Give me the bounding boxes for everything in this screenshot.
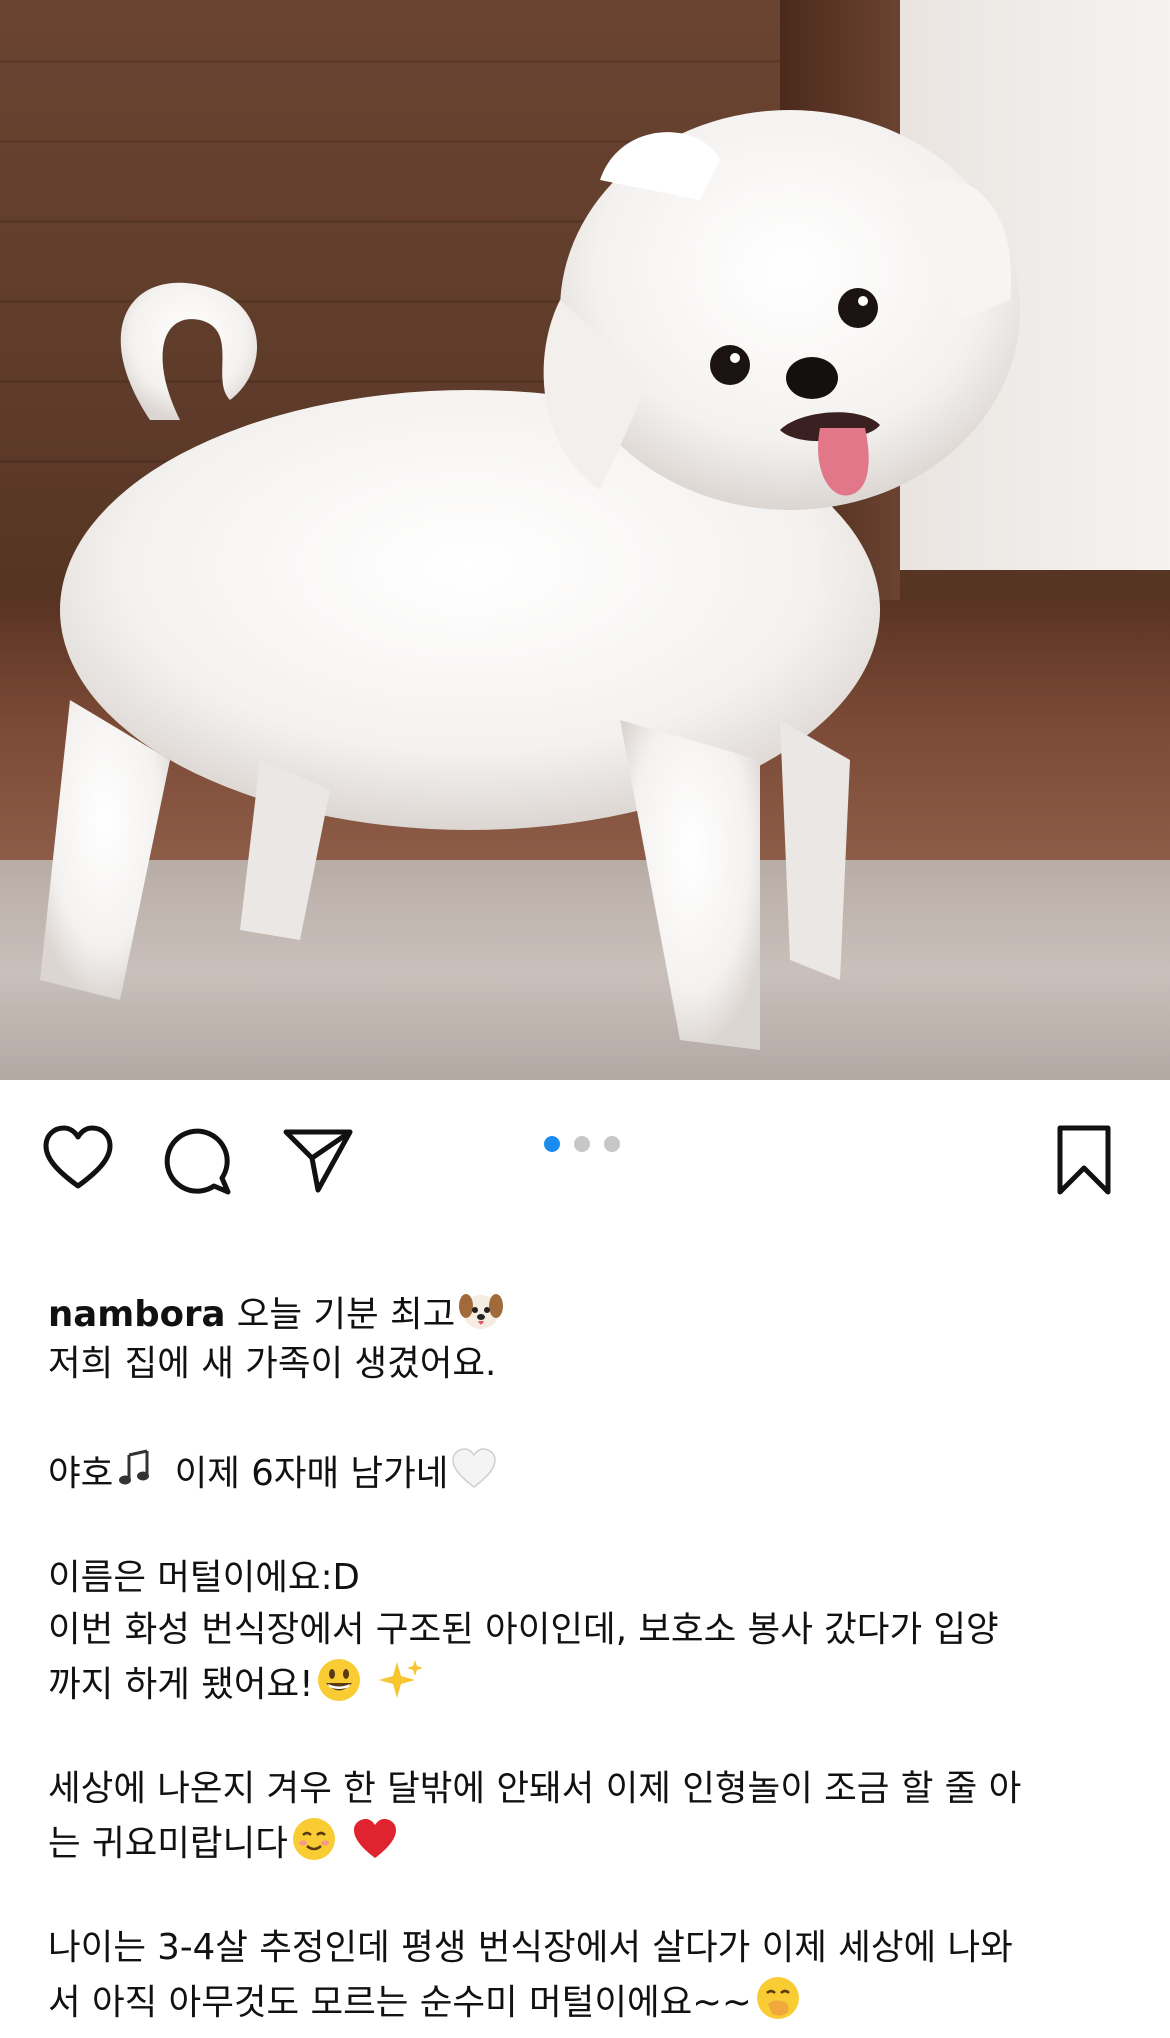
caption-text: 이름은 머털이에요:D — [48, 1557, 360, 1598]
caption-line: 까지 하게 됐어요! — [48, 1656, 1128, 1708]
caption-line: nambora 오늘 기분 최고 — [48, 1286, 1128, 1338]
dog-face-emoji — [459, 1294, 504, 1329]
heart-outline-icon[interactable] — [38, 1120, 118, 1200]
sparkles-emoji — [378, 1660, 423, 1698]
caption-text: 는 귀요미랍니다 — [48, 1823, 288, 1864]
post-action-bar — [0, 1080, 1170, 1230]
red-heart-emoji — [354, 1819, 397, 1858]
carousel-dot[interactable] — [604, 1136, 620, 1152]
carousel-dot-active[interactable] — [544, 1136, 560, 1152]
smiling-face-emoji — [292, 1818, 335, 1860]
caption-text: 야호 — [48, 1453, 114, 1494]
caption-text: 이번 화성 번식장에서 구조된 아이인데, 보호소 봉사 갔다가 입양 — [48, 1609, 999, 1650]
post-photo[interactable] — [0, 0, 1170, 1080]
dog-illustration — [40, 110, 1020, 1050]
bookmark-outline-icon[interactable] — [1044, 1120, 1124, 1200]
post-caption: nambora 오늘 기분 최고 저희 집에 새 가족이 생겼어요. 야호 이제… — [48, 1286, 1128, 2026]
caption-text: 이제 6자매 남가네 — [163, 1453, 449, 1494]
username-link[interactable]: nambora — [48, 1294, 225, 1335]
white-heart-emoji — [452, 1448, 497, 1488]
caption-text: 까지 하게 됐어요! — [48, 1664, 314, 1705]
grinning-face-emoji — [318, 1659, 361, 1701]
caption-line: 야호 이제 6자매 남가네 — [48, 1445, 1128, 1497]
comment-bubble-icon[interactable] — [158, 1120, 238, 1200]
caption-text: 세상에 나온지 겨우 한 달밖에 안돼서 이제 인형놀이 조금 할 줄 아 — [48, 1768, 1022, 1809]
carousel-dot[interactable] — [574, 1136, 590, 1152]
caption-text: 나이는 3-4살 추정인데 평생 번식장에서 살다가 이제 세상에 나와 — [48, 1927, 1013, 1968]
caption-line: 서 아직 아무것도 모르는 순수미 머털이에요~~ — [48, 1974, 1128, 2026]
paper-plane-icon[interactable] — [278, 1120, 358, 1200]
caption-text: 오늘 기분 최고 — [225, 1294, 456, 1335]
musical-notes-emoji — [119, 1449, 150, 1485]
caption-line: 는 귀요미랍니다 — [48, 1815, 1128, 1867]
caption-text: 저희 집에 새 가족이 생겼어요. — [48, 1343, 497, 1384]
caption-text: 서 아직 아무것도 모르는 순수미 머털이에요~~ — [48, 1982, 752, 2023]
face-with-hand-over-mouth-emoji — [756, 1977, 799, 2019]
